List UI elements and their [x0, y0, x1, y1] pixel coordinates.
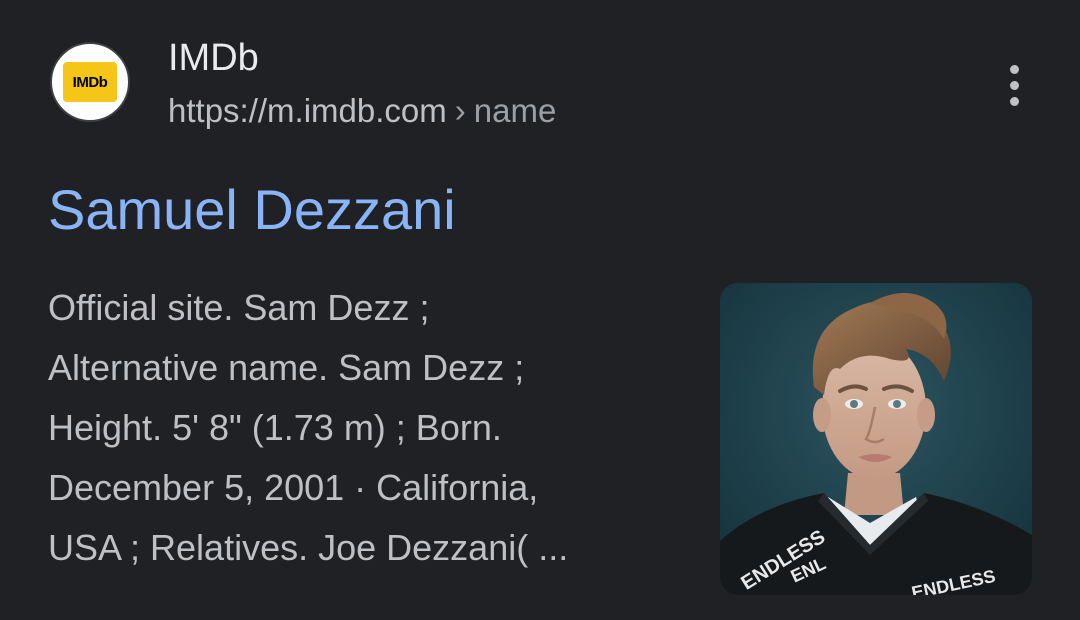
snippet-line: Alternative name. Sam Dezz ;: [48, 347, 525, 388]
snippet-line: USA ; Relatives. Joe Dezzani( ...: [48, 527, 569, 568]
snippet-line: Height. 5' 8" (1.73 m) ; Born.: [48, 407, 502, 448]
site-favicon[interactable]: IMDb: [50, 42, 130, 122]
search-result-card: IMDb IMDb https://m.imdb.com › name Samuel…: [0, 0, 1080, 620]
result-title-link[interactable]: Samuel Dezzani: [48, 178, 456, 242]
site-name[interactable]: IMDb: [168, 36, 259, 80]
snippet-line: December 5, 2001 · California,: [48, 467, 539, 508]
url-path: name: [473, 92, 557, 129]
result-snippet: Official site. Sam Dezz ; Alternative na…: [48, 278, 688, 578]
url-domain: https://m.imdb.com: [168, 92, 447, 129]
snippet-line: Official site. Sam Dezz ;: [48, 287, 430, 328]
result-thumbnail[interactable]: ENDLESS ENL ENDLESS: [720, 283, 1032, 595]
more-vert-icon-dot: [1009, 96, 1019, 106]
portrait-photo: ENDLESS ENL ENDLESS: [720, 283, 1032, 595]
more-vert-icon-dot: [1009, 64, 1019, 74]
site-url[interactable]: https://m.imdb.com › name: [168, 90, 556, 132]
more-options-button[interactable]: [996, 60, 1032, 110]
more-vert-icon-dot: [1009, 80, 1019, 90]
url-separator: ›: [454, 92, 466, 129]
imdb-logo-icon: IMDb: [63, 62, 117, 102]
